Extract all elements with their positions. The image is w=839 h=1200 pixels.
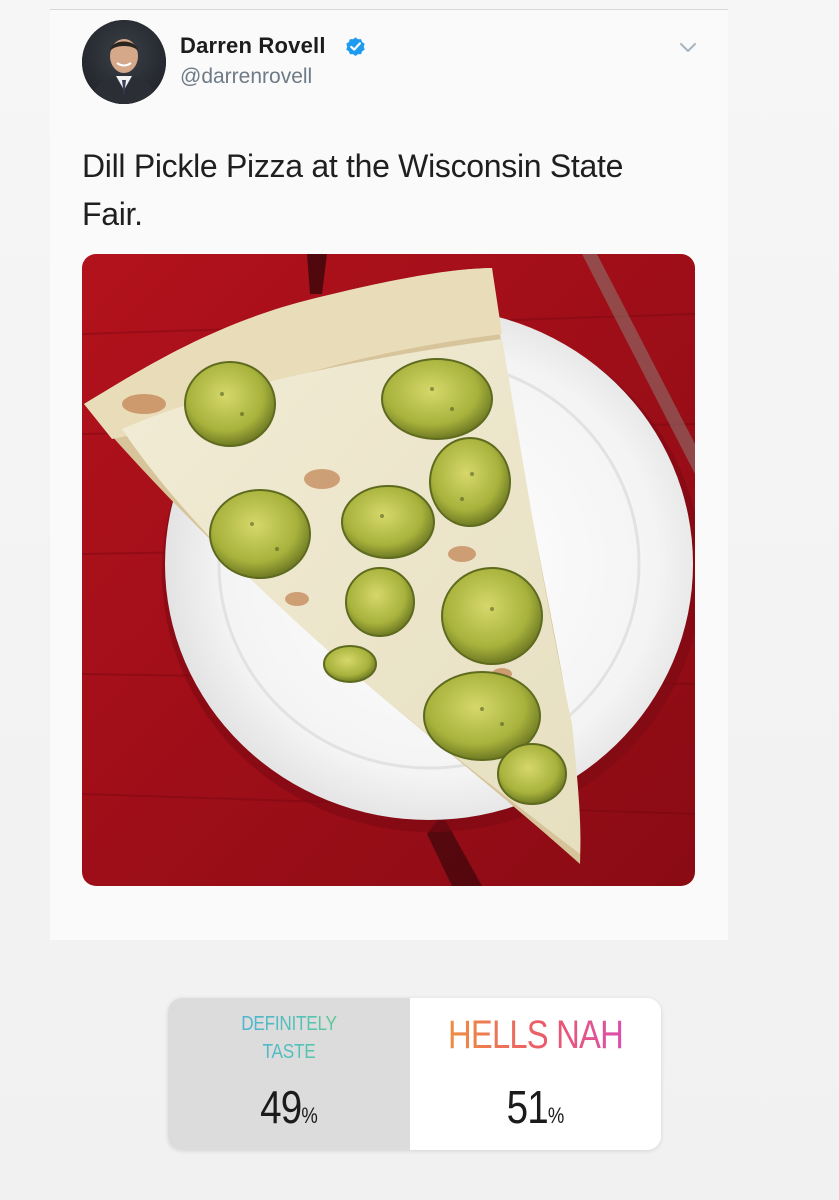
poll-option-label: HELLS NAH — [433, 1012, 639, 1058]
chevron-down-icon[interactable] — [678, 40, 698, 56]
avatar[interactable] — [82, 20, 166, 104]
verified-badge-icon — [346, 37, 365, 56]
author-handle[interactable]: @darrenrovell — [180, 65, 312, 89]
author-display-name[interactable]: Darren Rovell — [180, 33, 326, 59]
poll-option-label: DEFINITELY TASTE — [185, 1010, 393, 1066]
poll-option-percent: 51% — [506, 1081, 565, 1133]
tweet-photo[interactable] — [82, 254, 695, 886]
poll-sticker: DEFINITELY TASTE 49% HELLS NAH 51% — [168, 998, 661, 1150]
poll-option-percent: 49% — [260, 1081, 318, 1133]
tweet-text: Dill Pickle Pizza at the Wisconsin State… — [82, 148, 624, 232]
poll-option-hells-nah[interactable]: HELLS NAH 51% — [410, 998, 661, 1150]
poll-option-definitely-taste[interactable]: DEFINITELY TASTE 49% — [168, 998, 410, 1150]
story-screen: Darren Rovell @darrenrovell Dill Pickle … — [0, 0, 839, 1200]
